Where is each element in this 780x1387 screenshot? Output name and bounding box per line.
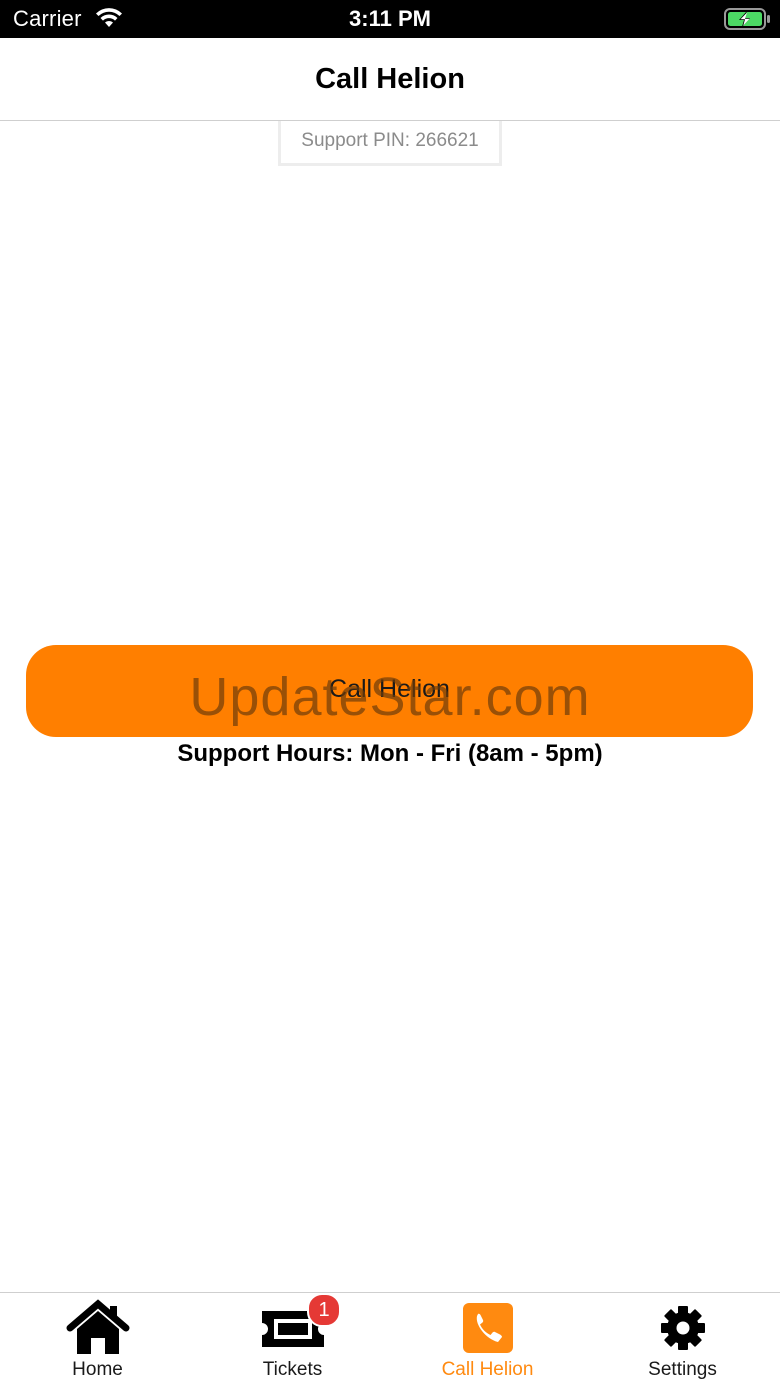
home-icon (66, 1299, 129, 1354)
tab-bar: Home 1 Tickets Call Helion Settings (0, 1292, 780, 1387)
tab-settings-label: Settings (648, 1359, 717, 1380)
tab-tickets-label: Tickets (262, 1359, 323, 1380)
navigation-bar: Call Helion (0, 38, 780, 121)
call-helion-screen: Carrier 3:11 PM Call Helion Support PIN:… (0, 0, 780, 1387)
phone-icon (462, 1303, 513, 1353)
status-bar: Carrier 3:11 PM (0, 0, 780, 38)
tab-settings[interactable]: Settings (585, 1293, 780, 1387)
tickets-badge: 1 (307, 1293, 341, 1327)
page-title: Call Helion (315, 63, 465, 95)
tab-call-helion-label: Call Helion (441, 1359, 534, 1380)
tab-home-label: Home (72, 1359, 123, 1380)
call-helion-button[interactable]: Call Helion (26, 645, 753, 737)
tab-home[interactable]: Home (0, 1293, 195, 1387)
battery-charging-icon (724, 8, 770, 30)
gear-icon (660, 1306, 705, 1350)
tab-tickets[interactable]: 1 Tickets (195, 1293, 390, 1387)
status-time: 3:11 PM (349, 6, 431, 31)
tab-call-helion[interactable]: Call Helion (390, 1293, 585, 1387)
support-pin-label: Support PIN: 266621 (278, 121, 502, 166)
call-helion-button-label: Call Helion (329, 675, 450, 703)
support-hours-label: Support Hours: Mon - Fri (8am - 5pm) (177, 740, 603, 767)
